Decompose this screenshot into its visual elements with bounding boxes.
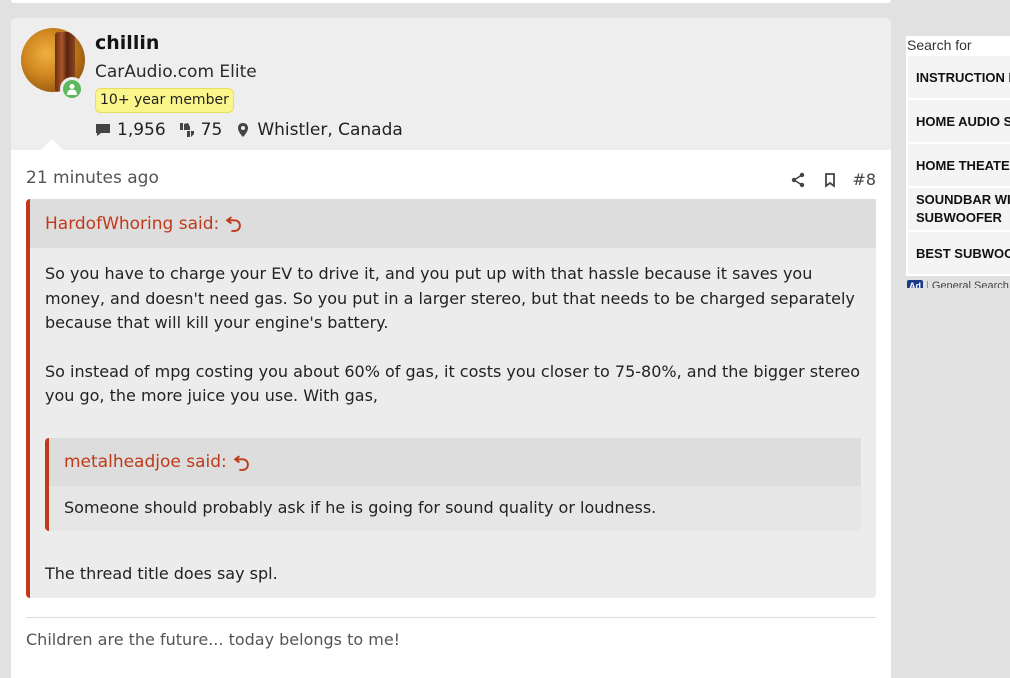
quote-body: So you have to charge your EV to drive i… xyxy=(45,262,870,433)
member-banner: 10+ year member xyxy=(95,88,234,113)
post-timestamp[interactable]: 21 minutes ago xyxy=(26,168,159,188)
go-to-quote-icon[interactable] xyxy=(233,454,250,471)
post-actions: #8 xyxy=(774,170,876,189)
messages-icon xyxy=(96,124,110,136)
quote-author[interactable]: HardofWhoring said: xyxy=(45,214,219,234)
quote-paragraph: So instead of mpg costing you about 60% … xyxy=(45,361,861,406)
user-stats: 1,956 75 Whistler, Canada xyxy=(95,119,416,141)
user-info: chillin CarAudio.com Elite 10+ year memb… xyxy=(11,18,891,150)
nested-quote-author[interactable]: metalheadjoe said: xyxy=(64,452,227,472)
quote-block: HardofWhoring said: So you have to charg… xyxy=(26,199,876,598)
nested-quote-block: metalheadjoe said: Someone should probab… xyxy=(45,438,861,531)
post-meta: 21 minutes ago #8 xyxy=(26,168,876,190)
quote-paragraph: So you have to charge your EV to drive i… xyxy=(45,264,855,332)
ad-link-best-subwoofer[interactable]: BEST SUBWOOFER xyxy=(906,232,1010,276)
messages-count: 1,956 xyxy=(117,120,166,140)
post-number[interactable]: #8 xyxy=(852,170,876,189)
message-post: chillin CarAudio.com Elite 10+ year memb… xyxy=(11,18,891,678)
share-icon[interactable] xyxy=(790,172,806,188)
location-link[interactable]: Whistler, Canada xyxy=(257,120,403,140)
ad-footer-label[interactable]: General Search xyxy=(932,280,1009,288)
ad-link-soundbar[interactable]: SOUNDBAR WITH SUBWOOFER xyxy=(906,188,1010,232)
online-status-icon xyxy=(60,77,84,101)
ad-search-label: Search for xyxy=(906,36,1010,56)
ad-link-home-theater[interactable]: HOME THEATER SYSTEMS xyxy=(906,144,1010,188)
user-pointer xyxy=(41,139,63,150)
ad-link-home-audio[interactable]: HOME AUDIO SPEAKERS xyxy=(906,100,1010,144)
nested-quote-text: Someone should probably ask if he is goi… xyxy=(64,498,657,517)
user-title: CarAudio.com Elite xyxy=(95,62,257,82)
ad-link-instruction-manuals[interactable]: INSTRUCTION MANUALS xyxy=(906,56,1010,100)
ad-footer-divider: | xyxy=(926,280,929,288)
sidebar-ad: Search for INSTRUCTION MANUALS HOME AUDI… xyxy=(906,36,1010,288)
go-to-quote-icon[interactable] xyxy=(225,215,242,232)
previous-post-card xyxy=(11,0,891,3)
signature: Children are the future... today belongs… xyxy=(26,630,401,649)
nested-quote-header[interactable]: metalheadjoe said: xyxy=(49,438,861,486)
reactions-count: 75 xyxy=(200,120,223,140)
reactions-icon xyxy=(179,123,194,137)
ad-badge-icon[interactable]: Ad xyxy=(907,280,923,288)
bookmark-icon[interactable] xyxy=(822,172,838,188)
location-pin-icon xyxy=(238,123,249,137)
quote-reply-text: The thread title does say spl. xyxy=(45,564,278,583)
username[interactable]: chillin xyxy=(95,32,159,54)
ad-footer: Ad | General Search xyxy=(906,278,1010,288)
signature-divider xyxy=(26,617,876,618)
quote-header[interactable]: HardofWhoring said: xyxy=(30,199,876,248)
